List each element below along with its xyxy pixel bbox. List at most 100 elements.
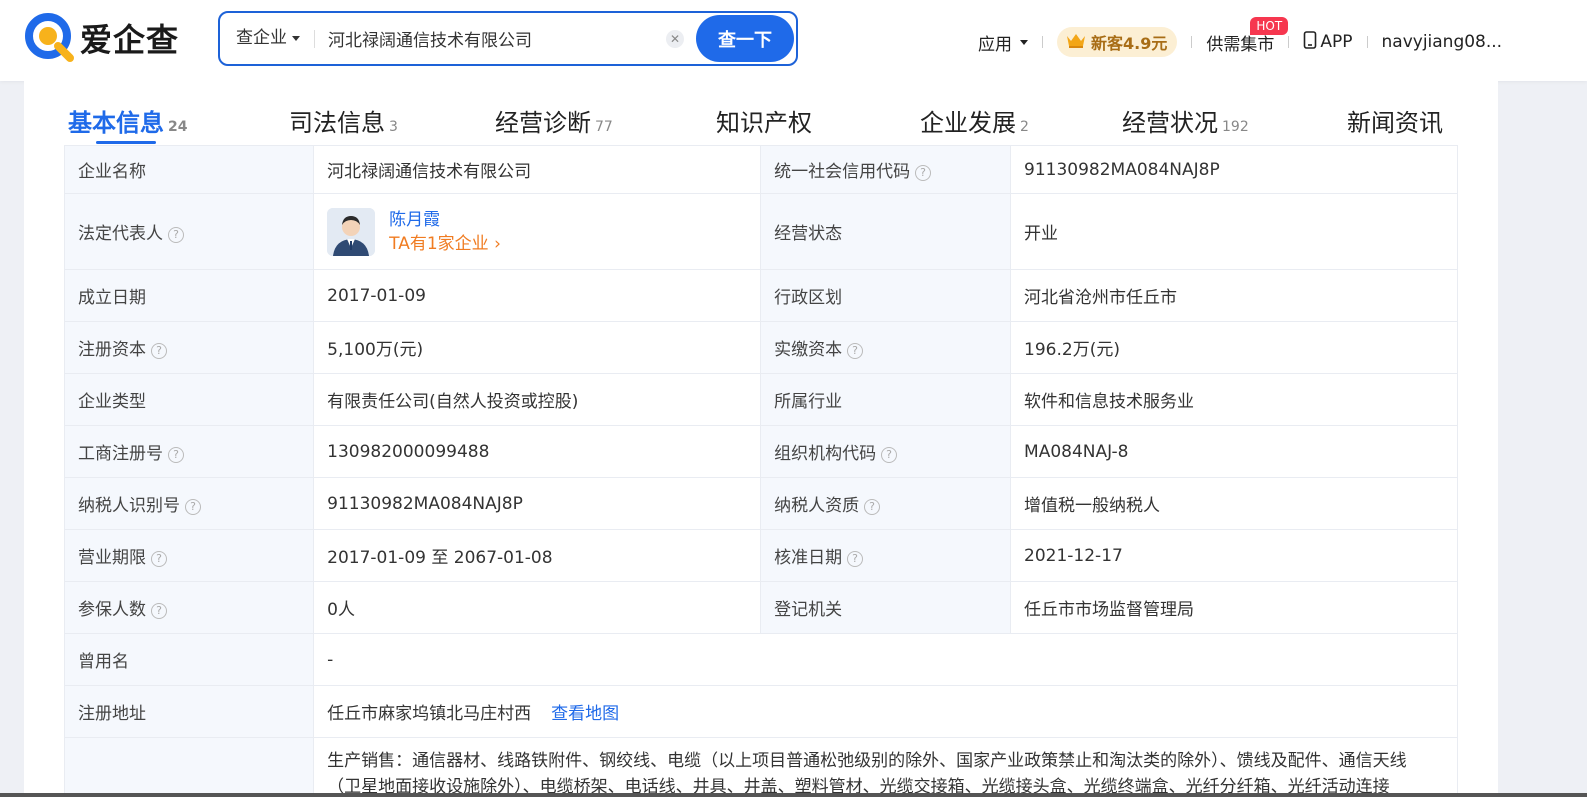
address-cell: 任丘市麻家坞镇北马庄村西 查看地图	[313, 685, 1458, 738]
address-value: 任丘市麻家坞镇北马庄村西	[327, 704, 532, 724]
table-row: 成立日期 2017-01-09 行政区划 河北省沧州市任丘市	[63, 269, 1458, 322]
hot-badge: HOT	[1250, 16, 1289, 35]
help-icon[interactable]: ?	[185, 499, 201, 515]
paid-capital-label-cell: 实缴资本?	[760, 321, 1012, 374]
logo-q-icon	[24, 12, 76, 64]
search-input[interactable]	[328, 23, 658, 54]
app-download-link[interactable]: APP	[1303, 30, 1353, 54]
taxpayer-id-label-cell: 纳税人识别号?	[63, 477, 315, 530]
term-value: 2017-01-09 至 2067-01-08	[313, 529, 762, 582]
tab-news[interactable]: 新闻资讯	[1347, 103, 1443, 138]
table-row: 工商注册号? 130982000099488 组织机构代码? MA084NAJ-…	[63, 425, 1458, 478]
address-label: 注册地址	[63, 685, 315, 738]
reg-capital-label-cell: 注册资本?	[63, 321, 315, 374]
legal-rep-companies-link[interactable]: TA有1家企业 ›	[389, 232, 501, 256]
help-icon[interactable]: ?	[168, 447, 184, 463]
apps-menu[interactable]: 应用	[978, 30, 1028, 55]
help-icon[interactable]: ?	[915, 165, 932, 181]
site-logo[interactable]: 爱企查	[24, 12, 179, 64]
term-label-cell: 营业期限?	[63, 529, 315, 582]
search-type-dropdown[interactable]: 查企业	[236, 13, 300, 64]
former-name-label: 曾用名	[63, 633, 315, 686]
reg-no-label: 工商注册号	[78, 444, 163, 464]
market-link[interactable]: 供需集市 HOT	[1206, 16, 1289, 55]
taxpayer-qual-value: 增值税一般纳税人	[1010, 477, 1458, 530]
table-row: 曾用名 -	[63, 633, 1458, 686]
nav-divider	[1366, 36, 1368, 48]
paid-capital-value: 196.2万(元)	[1010, 321, 1458, 374]
tab-business-diagnosis[interactable]: 经营诊断 77	[495, 103, 613, 138]
status-label: 经营状态	[760, 193, 1012, 270]
authority-label: 登记机关	[760, 581, 1012, 634]
search-box: 查企业 ✕ 查一下	[218, 11, 798, 66]
nav-divider	[1042, 36, 1043, 48]
industry-value: 软件和信息技术服务业	[1010, 373, 1458, 426]
help-icon[interactable]: ?	[881, 447, 898, 463]
scope-line: 生产销售：通信器材、线路铁附件、钢绞线、电缆（以上项目普通松弛级别的除外、国家产…	[327, 751, 1407, 771]
tab-count: 77	[595, 119, 613, 135]
nav-divider	[1288, 36, 1290, 48]
user-menu[interactable]: navyjiang08...	[1382, 32, 1503, 52]
tab-bar: 基本信息 24 司法信息 3 经营诊断 77 知识产权 企业发展 2 经营状况 192 新…	[24, 81, 1498, 145]
approved-label: 核准日期	[774, 548, 843, 568]
reg-no-value: 130982000099488	[313, 425, 762, 478]
tab-development[interactable]: 企业发展 2	[920, 103, 1029, 138]
authority-value: 任丘市市场监督管理局	[1010, 581, 1458, 634]
term-label: 营业期限	[78, 548, 146, 568]
credit-code-label: 统一社会信用代码	[774, 162, 911, 182]
active-tab-indicator	[96, 141, 156, 144]
top-header: 爱企查 查企业 ✕ 查一下 应用 新客4.9元 供需集市 HOT	[0, 0, 1587, 81]
tab-label: 新闻资讯	[1347, 109, 1443, 137]
clear-icon[interactable]: ✕	[666, 30, 684, 48]
tab-label: 司法信息	[289, 109, 385, 137]
help-icon[interactable]: ?	[864, 499, 881, 515]
help-icon[interactable]: ?	[847, 551, 864, 567]
reg-capital-value: 5,100万(元)	[313, 321, 762, 374]
table-row: 企业名称 河北禄阔通信技术有限公司 统一社会信用代码? 91130982MA08…	[63, 145, 1458, 194]
horizontal-scrollbar[interactable]	[0, 793, 1587, 807]
org-code-value: MA084NAJ-8	[1010, 425, 1458, 478]
tab-judicial-info[interactable]: 司法信息 3	[289, 103, 398, 138]
taxpayer-qual-label: 纳税人资质	[774, 496, 860, 516]
caret-down-icon	[292, 35, 300, 41]
help-icon[interactable]: ?	[151, 603, 167, 619]
tab-count: 192	[1222, 119, 1249, 135]
search-divider	[314, 30, 315, 48]
search-button[interactable]: 查一下	[696, 15, 794, 62]
table-row: 参保人数? 0人 登记机关 任丘市市场监督管理局	[63, 581, 1458, 634]
tab-basic-info[interactable]: 基本信息 24	[68, 103, 187, 138]
help-icon[interactable]: ?	[168, 227, 184, 243]
industry-label: 所属行业	[760, 373, 1012, 426]
vip-promo-button[interactable]: 新客4.9元	[1057, 27, 1178, 57]
avatar[interactable]	[327, 207, 376, 256]
help-icon[interactable]: ?	[151, 551, 167, 567]
legal-rep-name-link[interactable]: 陈月霞	[389, 208, 501, 232]
apps-label: 应用	[978, 34, 1012, 55]
tab-business-status[interactable]: 经营状况 192	[1122, 103, 1249, 138]
insured-label: 参保人数	[78, 600, 146, 620]
region-label: 行政区划	[760, 269, 1012, 322]
table-row: 注册地址 任丘市麻家坞镇北马庄村西 查看地图	[63, 685, 1458, 738]
legal-rep-companies-label: TA有1家企业	[389, 233, 489, 254]
scrollbar-track	[0, 793, 1587, 797]
tab-intellectual-property[interactable]: 知识产权	[716, 103, 812, 138]
legal-rep-label: 法定代表人	[78, 224, 163, 244]
basic-info-table: 企业名称 河北禄阔通信技术有限公司 统一社会信用代码? 91130982MA08…	[63, 145, 1458, 807]
taxpayer-id-value: 91130982MA084NAJ8P	[313, 477, 762, 530]
legal-rep-label-cell: 法定代表人?	[63, 193, 315, 270]
taxpayer-id-label: 纳税人识别号	[78, 496, 180, 516]
help-icon[interactable]: ?	[151, 343, 167, 359]
tab-label: 经营状况	[1122, 109, 1218, 137]
credit-code-label-cell: 统一社会信用代码?	[760, 145, 1012, 194]
approved-label-cell: 核准日期?	[760, 529, 1012, 582]
help-icon[interactable]: ?	[847, 343, 864, 359]
phone-icon	[1303, 30, 1317, 54]
nav-divider	[1191, 36, 1193, 48]
table-row: 注册资本? 5,100万(元) 实缴资本? 196.2万(元)	[63, 321, 1458, 374]
view-map-link[interactable]: 查看地图	[551, 704, 619, 724]
region-value: 河北省沧州市任丘市	[1010, 269, 1458, 322]
tab-count: 3	[389, 119, 398, 135]
tab-count: 2	[1020, 119, 1029, 135]
type-value: 有限责任公司(自然人投资或控股)	[313, 373, 762, 426]
tab-label: 知识产权	[716, 109, 812, 137]
